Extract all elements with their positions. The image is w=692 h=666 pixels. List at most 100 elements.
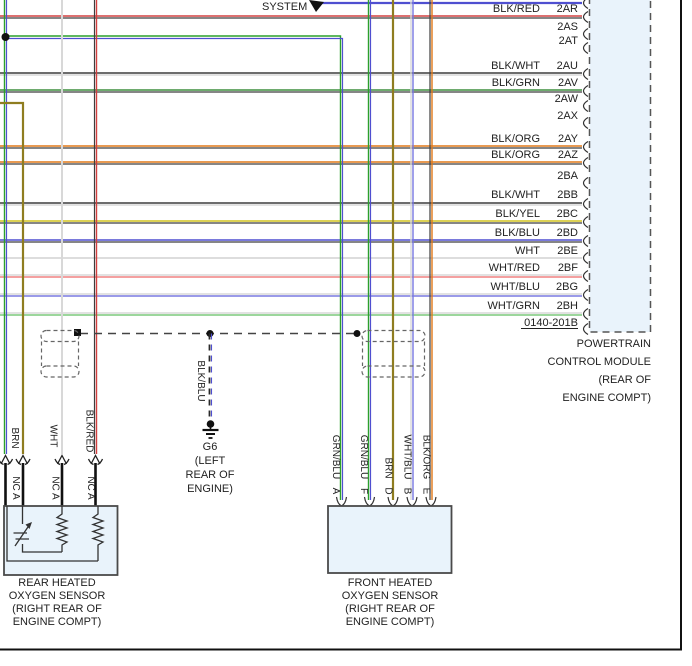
pin-socket-icon (406, 496, 418, 507)
wire-color-label: WHT (515, 245, 540, 257)
wire-color-label: WHT/RED (489, 262, 540, 274)
wire-color-label: BLK/YEL (495, 208, 540, 220)
wire-color-label: BLK/WHT (491, 60, 540, 72)
pin-socket-icon (363, 496, 376, 507)
pin-label: 2BC (557, 208, 578, 220)
wire-color-label: BRN (9, 427, 20, 448)
pin-socket-icon (582, 116, 589, 130)
pin-socket-icon (425, 496, 437, 507)
ground-caption-line: G6 (203, 441, 218, 453)
rear-pin-arrows (0, 454, 104, 466)
pin-label: 2BH (557, 300, 578, 312)
pin-socket-icon (582, 41, 589, 55)
pin-socket-icon (582, 99, 589, 113)
pin-label: 2AS (557, 21, 578, 33)
pin-label: B (402, 488, 413, 495)
pcm-caption-line: ENGINE COMPT) (562, 392, 651, 404)
pin-socket-icon (582, 322, 589, 336)
pin-label: 2AW (555, 93, 579, 105)
pin-label: A (330, 488, 341, 495)
wire-color-label: BLK/WHT (491, 189, 540, 201)
rear-caption-line: OXYGEN SENSOR (9, 590, 106, 602)
pcm-pin-labels: BLK/RED 2AR 2AS 2AT BLK/WHT 2AU BLK/GRN … (487, 3, 579, 329)
rear-oxygen-sensor: BRN WHT BLK/RED NC A NC A NC A REAR HEAT… (0, 410, 119, 628)
ground-caption-line: ENGINE) (187, 483, 233, 495)
pcm-caption-line: CONTROL MODULE (548, 356, 652, 368)
rear-caption-line: ENGINE COMPT) (13, 616, 102, 628)
pin-socket-icon (582, 10, 589, 24)
inline-connector-left-icon (40, 329, 80, 378)
junction-dot (1, 33, 10, 41)
pin-socket-icon (582, 156, 589, 170)
pin-socket-icon (582, 84, 589, 98)
pin-socket-icon (582, 215, 589, 229)
pin-socket-icon (582, 0, 589, 10)
pin-socket-icon (582, 140, 589, 154)
pin-socket-icon (582, 176, 589, 190)
pin-label: NC A (50, 476, 61, 500)
pin-label: E (421, 488, 432, 495)
front-caption-line: OXYGEN SENSOR (342, 590, 439, 602)
pin-label: 2BB (557, 189, 578, 201)
pin-socket-icon (582, 67, 589, 81)
front-pin-sockets (335, 496, 437, 507)
pin-socket-icon (582, 269, 589, 283)
pcm-caption-line: POWERTRAIN (577, 338, 651, 350)
pin-socket-icon (582, 288, 589, 302)
pcm-caption: POWERTRAIN CONTROL MODULE (REAR OF ENGIN… (548, 338, 652, 404)
pin-label: 2AX (557, 110, 578, 122)
pin-label: NC A (10, 476, 21, 500)
rear-caption-line: REAR HEATED (18, 577, 95, 589)
front-caption-line: FRONT HEATED (348, 577, 433, 589)
front-caption-line: (RIGHT REAR OF (345, 603, 435, 615)
rear-sensor-caption: REAR HEATED OXYGEN SENSOR (RIGHT REAR OF… (9, 577, 106, 628)
pin-label: 2BD (557, 227, 578, 239)
harness-node-dot-right (353, 330, 361, 337)
pin-socket-icon (335, 496, 348, 507)
wire-color-label: WHT (48, 425, 59, 448)
wire-color-label: BLK/RED (493, 3, 540, 15)
wire-color-label: WHT/GRN (487, 300, 540, 312)
pcm-box (588, 0, 652, 333)
wire-color-label: BLK/RED (84, 410, 95, 453)
front-sensor-box (327, 505, 453, 574)
wire-color-label: WHT/BLU (491, 281, 541, 293)
pin-label: 2BE (557, 245, 578, 257)
pin-socket-icon (582, 27, 589, 41)
system-offpage: SYSTEM (262, 0, 324, 13)
ground-caption-line: REAR OF (186, 469, 235, 481)
pin-socket-icon (582, 234, 589, 248)
wiring-diagram-page: BLK/BLU G6 (LEFT REAR OF ENGINE) SYSTEM (0, 0, 692, 666)
pin-label: D (383, 487, 394, 494)
wire-color-label: BLK/ORG (491, 133, 540, 145)
pin-label: 2BG (556, 281, 578, 293)
pin-label: 2AZ (558, 149, 578, 161)
pin-label: 2AU (557, 60, 578, 72)
rear-caption-line: (RIGHT REAR OF (12, 603, 102, 615)
pin-label: 2AR (557, 3, 578, 15)
pin-label: 2BF (558, 262, 578, 274)
ground-symbol-icon (202, 428, 219, 439)
front-caption-line: ENGINE COMPT) (346, 616, 435, 628)
pcm-module: BLK/RED 2AR 2AS 2AT BLK/WHT 2AU BLK/GRN … (487, 0, 651, 404)
connector-ref-label: 0140-201B (524, 317, 578, 329)
wire-color-label: BLK/GRN (492, 77, 540, 89)
pin-label: NC A (85, 476, 96, 500)
pin-socket-icon (582, 251, 589, 265)
pin-socket-icon (582, 197, 589, 211)
wire-color-label: GRN/BLU (358, 435, 369, 479)
wire-color-label: BLK/ORG (421, 435, 432, 480)
front-sensor-caption: FRONT HEATED OXYGEN SENSOR (RIGHT REAR O… (342, 577, 439, 628)
pin-label: F (358, 488, 369, 494)
pin-label: 2AT (559, 35, 579, 47)
wire-color-label: BLK/ORG (491, 149, 540, 161)
pcm-pin-sockets (582, 0, 589, 336)
pin-label: 2BA (557, 170, 578, 182)
pin-label: 2AV (558, 77, 579, 89)
wire-color-label: BLK/BLU (495, 227, 540, 239)
system-label: SYSTEM (262, 1, 307, 13)
wire-color-label: WHT/BLU (402, 435, 413, 480)
pin-socket-icon (582, 307, 589, 321)
pin-label: 2AY (558, 133, 579, 145)
wire-color-label: BRN (383, 457, 394, 478)
